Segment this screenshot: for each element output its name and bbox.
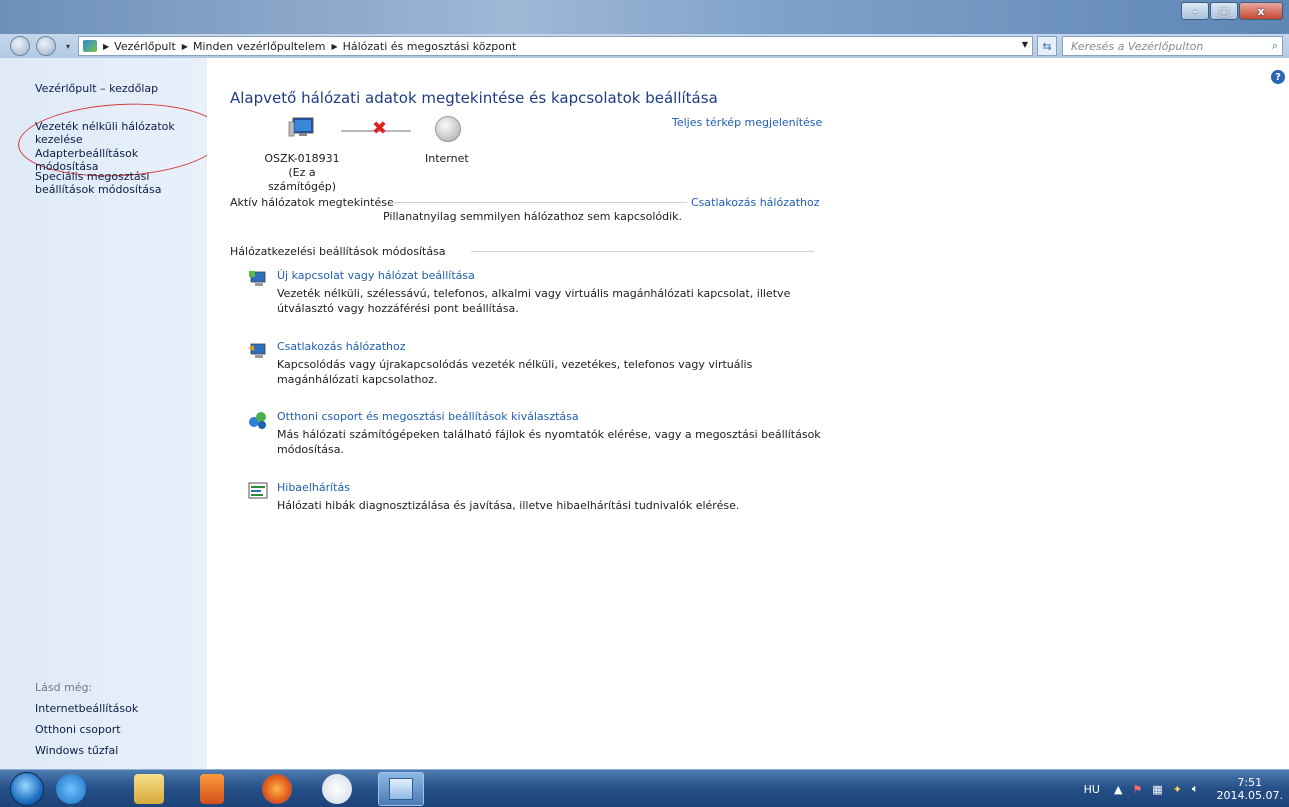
troubleshoot-icon <box>248 482 268 499</box>
taskbar: HU ▲ ⚑ ▦ ✦ 🔈︎ 7:51 2014.05.07. <box>0 769 1289 807</box>
maximize-button[interactable]: □ <box>1210 2 1238 20</box>
new-connection-icon <box>249 271 266 286</box>
forward-button[interactable] <box>36 36 56 56</box>
back-button[interactable] <box>10 36 30 56</box>
breadcrumb-arrow-icon[interactable]: ▶ <box>331 42 337 51</box>
section-divider <box>471 251 814 252</box>
homegroup-link[interactable]: Otthoni csoport és megosztási beállításo… <box>277 410 579 423</box>
breadcrumb-all-items[interactable]: Minden vezérlőpultelem <box>193 40 326 53</box>
computer-icon[interactable] <box>287 116 315 140</box>
address-row: ▾ ▶ Vezérlőpult ▶ Minden vezérlőpultelem… <box>0 34 1289 58</box>
clock[interactable]: 7:51 2014.05.07. <box>1217 776 1283 802</box>
internet-globe-icon[interactable] <box>435 116 461 142</box>
see-also-homegroup[interactable]: Otthoni csoport <box>35 723 205 736</box>
action-center-flag-icon[interactable]: ⚑ <box>1132 783 1142 796</box>
search-placeholder: Keresés a Vezérlőpulton <box>1071 39 1204 53</box>
title-bar: – □ x <box>0 0 1289 34</box>
network-settings-heading: Hálózatkezelési beállítások módosítása <box>230 245 446 258</box>
active-networks-heading: Aktív hálózatok megtekintése <box>230 196 394 209</box>
firefox-icon[interactable] <box>262 774 292 804</box>
full-map-link[interactable]: Teljes térkép megjelenítése <box>672 116 822 129</box>
system-tray: HU ▲ ⚑ ▦ ✦ 🔈︎ 7:51 2014.05.07. <box>1084 770 1283 807</box>
disconnected-x-icon: ✖ <box>372 118 388 139</box>
sidebar-home-link[interactable]: Vezérlőpult – kezdőlap <box>35 82 205 95</box>
address-dropdown-icon[interactable]: ▼ <box>1022 40 1028 49</box>
close-button[interactable]: x <box>1239 2 1283 20</box>
see-also-firewall[interactable]: Windows tűzfal <box>35 744 205 757</box>
connect-to-network-link[interactable]: Csatlakozás hálózathoz <box>691 196 820 209</box>
show-hidden-icons-icon[interactable]: ▲ <box>1114 783 1122 796</box>
refresh-button[interactable]: ⇆ <box>1037 36 1057 56</box>
see-also-title: Lásd még: <box>35 681 93 694</box>
section-divider <box>391 202 687 203</box>
notification-icon[interactable]: ✦ <box>1173 783 1182 796</box>
new-connection-desc: Vezeték nélküli, szélessávú, telefonos, … <box>277 287 791 315</box>
paint-icon[interactable] <box>322 774 352 804</box>
connect-network-link[interactable]: Csatlakozás hálózathoz <box>277 340 406 353</box>
sidebar-item-wireless[interactable]: Vezeték nélküli hálózatok kezelése <box>35 120 175 146</box>
computer-name: OSZK-018931 <box>264 152 340 165</box>
network-icon[interactable]: ▦ <box>1152 783 1162 796</box>
control-panel-taskbar-icon <box>389 778 413 800</box>
search-icon[interactable]: ⌕ <box>1272 39 1278 53</box>
breadcrumb-control-panel[interactable]: Vezérlőpult <box>114 40 176 53</box>
volume-icon[interactable]: 🔈︎ <box>1192 782 1199 796</box>
control-panel-icon <box>83 40 97 52</box>
breadcrumb-arrow-icon[interactable]: ▶ <box>103 42 109 51</box>
control-panel-taskbar-button[interactable] <box>378 772 424 806</box>
minimize-button[interactable]: – <box>1181 2 1209 20</box>
troubleshoot-link[interactable]: Hibaelhárítás <box>277 481 350 494</box>
clock-time: 7:51 <box>1237 776 1263 789</box>
internet-label: Internet <box>425 152 469 165</box>
connect-network-desc: Kapcsolódás vagy újrakapcsolódás vezeték… <box>277 358 753 386</box>
page-title: Alapvető hálózati adatok megtekintése és… <box>230 89 718 107</box>
search-input[interactable]: Keresés a Vezérlőpulton ⌕ <box>1062 36 1283 56</box>
start-button[interactable] <box>10 772 44 806</box>
new-connection-link[interactable]: Új kapcsolat vagy hálózat beállítása <box>277 269 475 282</box>
troubleshoot-desc: Hálózati hibák diagnosztizálása és javít… <box>277 499 740 512</box>
internet-explorer-icon[interactable] <box>56 774 86 804</box>
breadcrumb-arrow-icon[interactable]: ▶ <box>182 42 188 51</box>
computer-sub: (Ez a számítógép) <box>267 166 337 193</box>
outlook-icon[interactable] <box>200 774 224 804</box>
address-bar[interactable]: ▶ Vezérlőpult ▶ Minden vezérlőpultelem ▶… <box>78 36 1033 56</box>
left-navigation: Vezérlőpult – kezdőlap Vezeték nélküli h… <box>0 58 226 769</box>
not-connected-text: Pillanatnyilag semmilyen hálózathoz sem … <box>383 210 683 223</box>
sidebar-item-advanced-sharing[interactable]: Speciális megosztási beállítások módosít… <box>35 170 175 196</box>
connect-network-icon <box>248 343 266 358</box>
clock-date: 2014.05.07. <box>1216 789 1283 802</box>
language-indicator[interactable]: HU <box>1084 783 1100 796</box>
homegroup-desc: Más hálózati számítógépeken található fá… <box>277 428 821 456</box>
see-also-internet-options[interactable]: Internetbeállítások <box>35 702 205 715</box>
window-controls: – □ x <box>1180 2 1283 20</box>
file-explorer-icon[interactable] <box>134 774 164 804</box>
help-icon[interactable]: ? <box>1271 70 1285 84</box>
computer-label: OSZK-018931 (Ez a számítógép) <box>257 152 347 194</box>
breadcrumb-network-center[interactable]: Hálózati és megosztási központ <box>343 40 517 53</box>
recent-pages-dropdown[interactable]: ▾ <box>66 42 70 51</box>
homegroup-icon <box>249 412 266 429</box>
main-content: ? Alapvető hálózati adatok megtekintése … <box>207 58 1289 769</box>
